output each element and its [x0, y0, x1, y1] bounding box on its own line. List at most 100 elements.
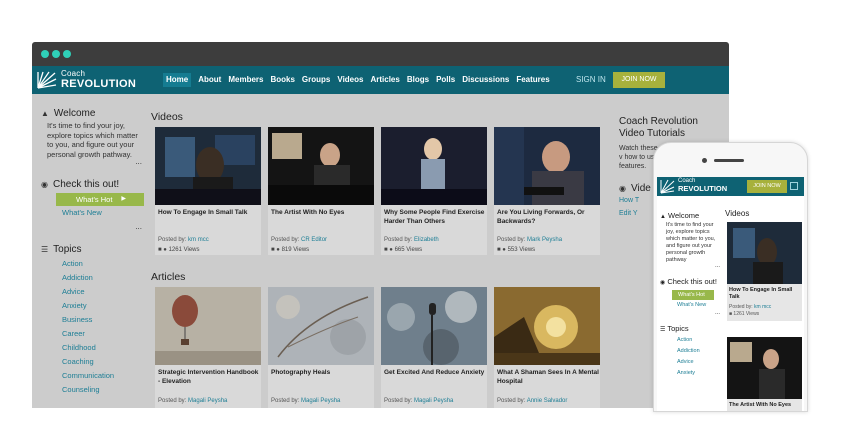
videos-side-title: Vide — [630, 183, 651, 194]
whats-hot-button[interactable]: What's Hot ▶ — [56, 193, 144, 207]
article-title[interactable]: Get Excited And Reduce Anxiety — [384, 368, 486, 377]
phone-topic-item[interactable]: Action — [660, 335, 720, 346]
video-title[interactable]: How To Engage In Small Talk — [158, 208, 260, 217]
nav-about[interactable]: About — [198, 73, 221, 87]
article-image[interactable] — [494, 287, 600, 365]
phone-video-title[interactable]: How To Engage In Small Talk — [727, 284, 802, 304]
video-views: ■ ● 1261 Views — [158, 247, 200, 253]
video-author[interactable]: Elizabeth — [414, 237, 439, 243]
topic-item[interactable]: Career — [41, 327, 146, 341]
window-dot[interactable] — [41, 50, 49, 58]
nav-discussions[interactable]: Discussions — [462, 73, 509, 87]
whats-hot-label: What's Hot — [76, 195, 113, 205]
article-card[interactable]: Strategic Intervention Handbook - Elevat… — [155, 287, 261, 408]
phone-video-title[interactable]: The Artist With No Eyes — [727, 399, 802, 411]
video-camera-icon: ■ — [497, 247, 501, 253]
phone-video-author[interactable]: km mcc — [754, 304, 771, 310]
video-card[interactable]: The Artist With No Eyes Posted by: CR Ed… — [268, 127, 374, 255]
nav-books[interactable]: Books — [270, 73, 294, 87]
video-title[interactable]: The Artist With No Eyes — [271, 208, 373, 217]
video-card[interactable]: Are You Living Forwards, Or Backwards? P… — [494, 127, 600, 255]
window-dot[interactable] — [63, 50, 71, 58]
topic-item[interactable]: Counseling — [41, 383, 146, 397]
topic-item[interactable]: Business — [41, 313, 146, 327]
phone-video-thumbnail[interactable] — [727, 222, 802, 284]
phone-topic-item[interactable]: Advice — [660, 357, 720, 368]
video-thumbnail[interactable] — [155, 127, 261, 205]
video-thumbnail[interactable] — [268, 127, 374, 205]
video-author[interactable]: km mcc — [188, 237, 209, 243]
article-title[interactable]: What A Shaman Sees In A Mental Hospital — [497, 368, 599, 386]
topic-item[interactable]: Anxiety — [41, 299, 146, 313]
article-author[interactable]: Magali Peysha — [414, 398, 453, 404]
topic-item[interactable]: Action — [41, 257, 146, 271]
article-card[interactable]: Photography Heals Posted by: Magali Peys… — [268, 287, 374, 408]
phone-video-card[interactable]: The Artist With No Eyes — [727, 337, 802, 411]
posted-label: Posted by: — [384, 398, 413, 404]
chevron-right-icon: ▶ — [121, 196, 126, 203]
article-author[interactable]: Magali Peysha — [301, 398, 340, 404]
phone-speaker — [714, 159, 744, 162]
video-thumbnail[interactable] — [494, 127, 600, 205]
article-card[interactable]: Get Excited And Reduce Anxiety Posted by… — [381, 287, 487, 408]
article-card[interactable]: What A Shaman Sees In A Mental Hospital … — [494, 287, 600, 408]
phone-whats-hot-button[interactable]: What's Hot — [672, 290, 714, 300]
phone-check-more[interactable]: ... — [660, 310, 720, 316]
article-author[interactable]: Magali Peysha — [188, 398, 227, 404]
nav-home[interactable]: Home — [163, 73, 192, 87]
videos-heading: Videos — [151, 111, 183, 123]
video-thumbnail[interactable] — [381, 127, 487, 205]
video-card[interactable]: How To Engage In Small Talk Posted by: k… — [155, 127, 261, 255]
sign-in-link[interactable]: SIGN IN — [576, 73, 606, 87]
join-now-button[interactable]: JOIN NOW — [613, 72, 665, 88]
phone-nav: Coach REVOLUTION JOIN NOW — [657, 177, 804, 196]
phone-welcome-heading: ▲ Welcome — [660, 211, 720, 222]
phone-welcome-more[interactable]: ... — [660, 263, 720, 269]
phone-video-card[interactable]: How To Engage In Small Talk Posted by: k… — [727, 222, 802, 321]
nav-videos[interactable]: Videos — [337, 73, 363, 87]
nav-blogs[interactable]: Blogs — [407, 73, 429, 87]
phone-topics-title: Topics — [667, 324, 689, 333]
article-image[interactable] — [155, 287, 261, 365]
article-image[interactable] — [268, 287, 374, 365]
video-posted: Posted by: Elizabeth — [384, 237, 439, 243]
check-more[interactable]: ... — [41, 223, 146, 231]
menu-icon[interactable] — [790, 182, 798, 190]
video-card[interactable]: Why Some People Find Exercise Harder Tha… — [381, 127, 487, 255]
topic-item[interactable]: Advice — [41, 285, 146, 299]
phone-whats-new-link[interactable]: What's New — [660, 300, 720, 311]
article-image[interactable] — [381, 287, 487, 365]
whats-new-link[interactable]: What's New — [41, 206, 146, 220]
welcome-more[interactable]: ... — [41, 158, 146, 166]
nav-features[interactable]: Features — [516, 73, 549, 87]
video-title[interactable]: Why Some People Find Exercise Harder Tha… — [384, 208, 486, 226]
nav-members[interactable]: Members — [228, 73, 263, 87]
article-title[interactable]: Photography Heals — [271, 368, 373, 377]
article-author[interactable]: Annie Salvador — [527, 398, 568, 404]
video-title[interactable]: Are You Living Forwards, Or Backwards? — [497, 208, 599, 226]
phone-join-button[interactable]: JOIN NOW — [747, 180, 787, 193]
video-posted: Posted by: km mcc — [158, 237, 209, 243]
nav-polls[interactable]: Polls — [436, 73, 455, 87]
logo-sunburst-icon — [36, 70, 57, 90]
site-logo[interactable]: Coach REVOLUTION — [36, 69, 136, 91]
phone-videos-heading: Videos — [725, 209, 750, 218]
topic-item[interactable]: Childhood — [41, 341, 146, 355]
video-author[interactable]: CR Editor — [301, 237, 327, 243]
phone-topic-item[interactable]: Addiction — [660, 346, 720, 357]
phone-video-thumbnail[interactable] — [727, 337, 802, 399]
window-dot[interactable] — [52, 50, 60, 58]
nav-articles[interactable]: Articles — [370, 73, 399, 87]
nav-groups[interactable]: Groups — [302, 73, 330, 87]
article-posted: Posted by: Magali Peysha — [158, 398, 227, 404]
topic-item[interactable]: Coaching — [41, 355, 146, 369]
article-posted: Posted by: Magali Peysha — [271, 398, 340, 404]
topic-item[interactable]: Addiction — [41, 271, 146, 285]
posted-label: Posted by: — [271, 398, 300, 404]
article-title[interactable]: Strategic Intervention Handbook - Elevat… — [158, 368, 260, 386]
phone-welcome-text: It's time to find your joy, explore topi… — [666, 222, 716, 263]
video-author[interactable]: Mark Peysha — [527, 237, 562, 243]
target-icon: ◉ — [619, 184, 626, 193]
topic-item[interactable]: Communication — [41, 369, 146, 383]
phone-topic-item[interactable]: Anxiety — [660, 368, 720, 379]
